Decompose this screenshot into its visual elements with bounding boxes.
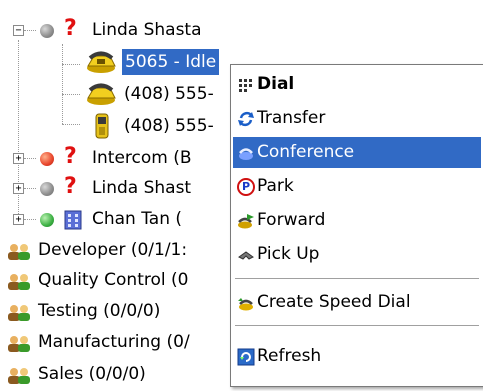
menu-item-park[interactable]: P Park xyxy=(233,171,481,202)
menu-item-label: Pick Up xyxy=(257,244,320,264)
mobile-phone-icon xyxy=(95,113,109,139)
desk-phone-icon xyxy=(87,51,116,73)
menu-separator xyxy=(235,325,479,326)
group-quality-control[interactable]: Quality Control (0 xyxy=(0,266,240,294)
menu-item-label: Create Speed Dial xyxy=(257,292,411,312)
group-icon xyxy=(8,336,30,352)
tree-item-linda-shast[interactable]: + ? Linda Shast xyxy=(0,174,240,202)
expand-toggle[interactable]: + xyxy=(13,183,24,194)
group-label: Manufacturing (0/ xyxy=(38,332,190,352)
collapse-toggle[interactable]: − xyxy=(13,25,24,36)
context-menu: Dial Transfer Conference P Park Forward … xyxy=(230,64,483,387)
group-icon xyxy=(8,368,30,384)
menu-item-transfer[interactable]: Transfer xyxy=(233,103,481,134)
tree-item-label: Linda Shast xyxy=(92,178,192,198)
tree-item-label: Linda Shasta xyxy=(92,20,202,40)
tree-item-phone-1[interactable]: (408) 555- xyxy=(0,80,240,108)
dial-icon xyxy=(239,79,252,92)
tree-item-linda-shasta[interactable]: − ? Linda Shasta xyxy=(0,16,300,44)
forward-icon xyxy=(238,214,254,229)
tree-connector xyxy=(24,158,36,159)
status-busy-icon xyxy=(40,152,54,166)
group-label: Quality Control (0 xyxy=(38,270,189,290)
menu-item-refresh[interactable]: Refresh xyxy=(233,341,481,372)
menu-item-label: Conference xyxy=(257,142,355,162)
group-label: Developer (0/1/1: xyxy=(38,240,188,260)
pickup-icon xyxy=(238,251,254,260)
menu-item-label: Park xyxy=(257,176,294,196)
expand-toggle[interactable]: + xyxy=(13,214,24,225)
tree-item-label: (408) 555- xyxy=(124,116,214,136)
tree-item-label: Intercom (B xyxy=(92,148,192,168)
status-available-icon xyxy=(40,213,54,227)
menu-item-label: Forward xyxy=(257,210,326,230)
question-icon: ? xyxy=(64,144,77,169)
menu-item-dial[interactable]: Dial xyxy=(233,69,481,100)
tree-item-phone-2[interactable]: (408) 555- xyxy=(0,112,240,140)
tree-connector xyxy=(24,219,36,220)
status-offline-icon xyxy=(40,24,54,38)
menu-item-forward[interactable]: Forward xyxy=(233,205,481,236)
menu-item-create-speed-dial[interactable]: Create Speed Dial xyxy=(233,287,481,318)
group-icon xyxy=(8,305,30,321)
question-icon: ? xyxy=(64,174,77,199)
tree-item-5065-idle[interactable]: 5065 - Idle xyxy=(0,48,240,76)
tree-item-label: 5065 - Idle xyxy=(122,49,220,75)
menu-item-label: Refresh xyxy=(257,346,322,366)
menu-item-label: Dial xyxy=(257,74,295,94)
group-sales[interactable]: Sales (0/0/0) xyxy=(0,360,240,388)
group-testing[interactable]: Testing (0/0/0) xyxy=(0,297,240,325)
transfer-icon xyxy=(238,111,254,127)
tree-item-label: Chan Tan ( xyxy=(92,209,183,229)
group-icon xyxy=(8,274,30,290)
tree-item-label: (408) 555- xyxy=(124,84,214,104)
expand-toggle[interactable]: + xyxy=(13,153,24,164)
tree-item-intercom[interactable]: + ? Intercom (B xyxy=(0,144,240,172)
group-icon xyxy=(8,244,30,260)
tree-connector xyxy=(24,188,36,189)
question-icon: ? xyxy=(64,16,77,41)
tree-item-chan-tan[interactable]: + Chan Tan ( xyxy=(0,205,240,233)
desk-phone-icon xyxy=(87,83,116,105)
speed-dial-icon xyxy=(238,298,253,311)
conference-icon xyxy=(239,148,253,160)
menu-separator xyxy=(235,278,479,279)
building-icon xyxy=(64,210,82,230)
status-offline-icon xyxy=(40,182,54,196)
group-label: Testing (0/0/0) xyxy=(38,301,161,321)
menu-item-pick-up[interactable]: Pick Up xyxy=(233,239,481,270)
park-icon: P xyxy=(237,178,255,196)
group-developer[interactable]: Developer (0/1/1: xyxy=(0,236,240,264)
group-manufacturing[interactable]: Manufacturing (0/ xyxy=(0,328,240,356)
refresh-icon xyxy=(237,348,255,366)
menu-item-conference[interactable]: Conference xyxy=(233,137,481,168)
group-label: Sales (0/0/0) xyxy=(38,364,146,384)
menu-item-label: Transfer xyxy=(257,108,326,128)
